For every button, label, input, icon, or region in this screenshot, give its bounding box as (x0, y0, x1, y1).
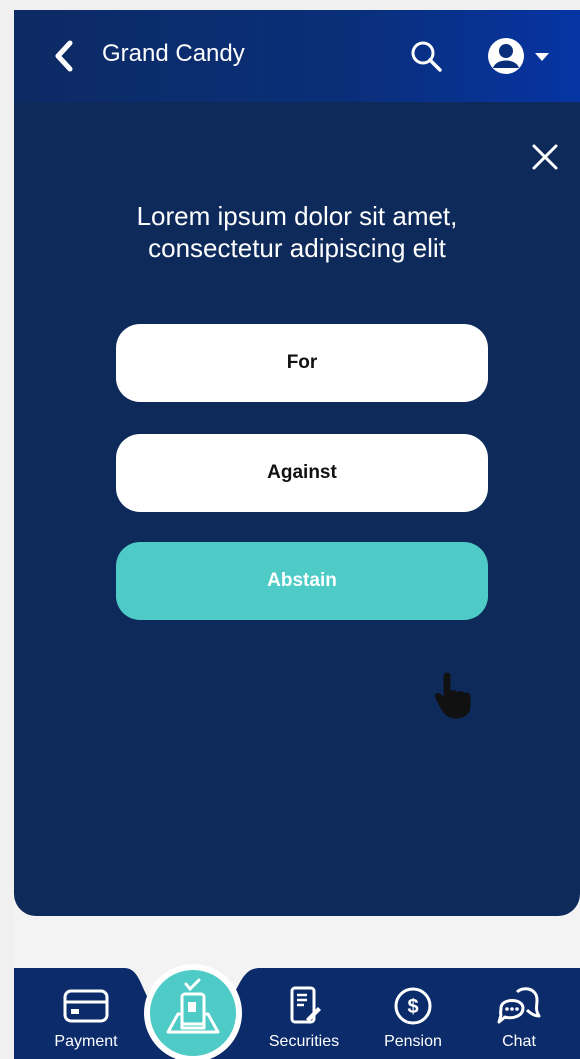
hand-pointer-icon (435, 672, 471, 719)
vote-modal: Lorem ipsum dolor sit amet, consectetur … (14, 102, 580, 916)
nav-label-securities: Securities (268, 1033, 340, 1050)
app-header: Grand Candy (14, 10, 580, 102)
profile-menu-button[interactable] (484, 36, 554, 76)
close-button[interactable] (530, 142, 560, 172)
bottom-nav: Payment Securities $ Pension Chat (14, 964, 580, 1059)
nav-label-pension: Pension (384, 1033, 442, 1050)
nav-label-payment: Payment (54, 1033, 118, 1050)
phone-screen: Grand Candy Lorem ipsum dolor sit amet, … (14, 10, 580, 1059)
close-icon (532, 144, 558, 170)
vote-against-button[interactable]: Against (116, 434, 488, 512)
user-avatar-icon (488, 38, 524, 74)
search-button[interactable] (408, 38, 444, 74)
nav-item-securities[interactable]: Securities (258, 986, 350, 1051)
nav-item-pension[interactable]: $ Pension (376, 986, 450, 1051)
caret-down-icon (535, 53, 549, 61)
vote-for-button[interactable]: For (116, 324, 488, 402)
nav-label-chat: Chat (502, 1033, 536, 1050)
search-icon (411, 41, 442, 72)
chevron-left-icon (55, 40, 73, 72)
vote-abstain-button[interactable]: Abstain (116, 542, 488, 620)
svg-text:$: $ (407, 996, 418, 1018)
nav-item-payment[interactable]: Payment (48, 986, 124, 1051)
chat-bubbles-icon (497, 987, 541, 1024)
vote-ballot-icon (166, 978, 220, 1034)
card-icon (63, 989, 109, 1023)
page-title: Grand Candy (102, 40, 245, 67)
vote-prompt: Lorem ipsum dolor sit amet, consectetur … (14, 200, 580, 264)
back-button[interactable] (50, 38, 80, 74)
nav-item-vote[interactable] (144, 964, 242, 1059)
document-pen-icon (290, 986, 321, 1024)
prompt-line-2: consectetur adipiscing elit (148, 233, 446, 263)
prompt-line-1: Lorem ipsum dolor sit amet, (136, 201, 458, 231)
dollar-coin-icon: $ (394, 987, 432, 1025)
nav-item-chat[interactable]: Chat (484, 986, 554, 1051)
